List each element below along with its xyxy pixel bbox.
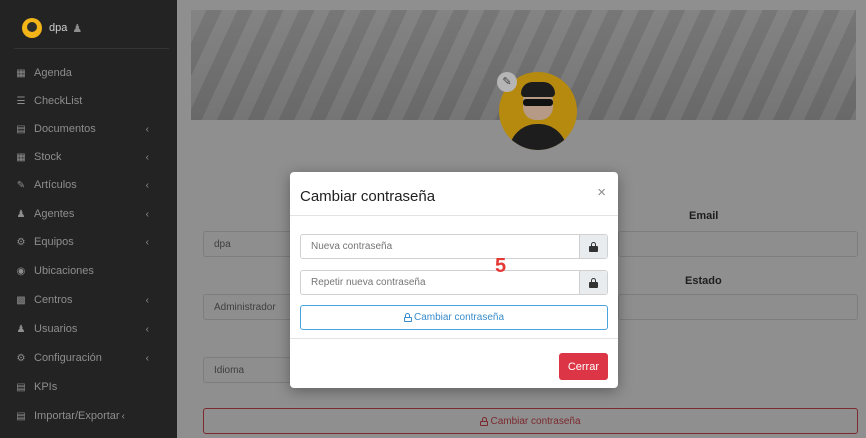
close-icon[interactable]: × xyxy=(597,184,606,201)
unlock-icon xyxy=(403,313,412,322)
sidebar-item-configuracion[interactable]: ⚙ Configuración ‹ xyxy=(14,347,163,369)
estado-select[interactable] xyxy=(618,294,858,320)
stock-icon: ▦ xyxy=(16,151,26,163)
username-field[interactable]: dpa xyxy=(203,231,293,257)
chevron-left-icon: ‹ xyxy=(145,294,149,306)
repeat-password-group xyxy=(300,270,608,295)
sidebar-item-agentes[interactable]: ♟ Agentes ‹ xyxy=(14,203,163,225)
chevron-left-icon: ‹ xyxy=(145,352,149,364)
calendar-icon: ▦ xyxy=(16,67,26,79)
equipment-icon: ⚙ xyxy=(16,236,26,248)
sidebar-item-articulos[interactable]: ✎ Artículos ‹ xyxy=(14,174,163,196)
pencil-icon: ✎ xyxy=(16,179,26,191)
sidebar-item-importar-exportar[interactable]: ▤ Importar/Exportar ‹ xyxy=(14,405,163,427)
change-password-button[interactable]: Cambiar contraseña xyxy=(203,408,858,434)
sidebar-item-label: Documentos xyxy=(34,123,96,135)
email-field[interactable] xyxy=(618,231,858,257)
sidebar-item-label: Artículos xyxy=(34,179,77,191)
sidebar-item-documentos[interactable]: ▤ Documentos ‹ xyxy=(14,118,163,140)
list-icon: ☰ xyxy=(16,95,26,107)
sidebar: dpa ♟ ▦ Agenda ☰ CheckList ▤ Documentos … xyxy=(0,0,177,438)
close-button[interactable]: Cerrar xyxy=(558,353,608,380)
sidebar-item-label: Usuarios xyxy=(34,323,78,335)
modal-footer: Cerrar xyxy=(290,338,618,388)
sidebar-item-label: Equipos xyxy=(34,236,74,248)
sidebar-item-agenda[interactable]: ▦ Agenda xyxy=(14,62,163,84)
sidebar-item-checklist[interactable]: ☰ CheckList xyxy=(14,90,163,112)
step-marker: 5 xyxy=(495,255,507,277)
chevron-left-icon: ‹ xyxy=(145,179,149,191)
sidebar-divider xyxy=(14,48,169,49)
building-icon: ▩ xyxy=(16,294,26,306)
cogs-icon: ⚙ xyxy=(16,352,26,364)
role-select[interactable]: Administrador xyxy=(203,294,293,320)
modal-header: Cambiar contraseña × xyxy=(290,172,618,216)
sidebar-item-usuarios[interactable]: ♟ Usuarios ‹ xyxy=(14,318,163,340)
sidebar-item-label: Importar/Exportar xyxy=(34,410,120,422)
sidebar-item-ubicaciones[interactable]: ◉ Ubicaciones xyxy=(14,260,163,282)
submit-label: Cambiar contraseña xyxy=(413,312,505,323)
location-icon: ◉ xyxy=(16,265,26,277)
sidebar-item-label: Ubicaciones xyxy=(34,265,94,277)
sidebar-user[interactable]: dpa ♟ xyxy=(22,17,82,39)
chart-icon: ▤ xyxy=(16,381,26,393)
chevron-left-icon: ‹ xyxy=(145,236,149,248)
sidebar-item-centros[interactable]: ▩ Centros ‹ xyxy=(14,289,163,311)
user-avatar xyxy=(22,18,42,38)
user-group-icon: ♟ xyxy=(16,323,26,335)
repeat-password-input[interactable] xyxy=(301,271,579,294)
sidebar-item-label: CheckList xyxy=(34,95,83,107)
email-label: Email xyxy=(689,210,719,222)
lock-icon xyxy=(480,416,489,426)
sidebar-item-stock[interactable]: ▦ Stock ‹ xyxy=(14,146,163,168)
edit-avatar-icon[interactable]: ✎ xyxy=(497,72,517,92)
sidebar-item-kpis[interactable]: ▤ KPIs xyxy=(14,376,163,398)
sidebar-item-label: Agenda xyxy=(34,67,72,79)
lock-icon xyxy=(579,271,607,294)
sidebar-item-label: Centros xyxy=(34,294,73,306)
new-password-input[interactable] xyxy=(301,235,579,258)
sidebar-item-label: Stock xyxy=(34,151,62,163)
sidebar-username: dpa xyxy=(49,22,68,34)
chevron-left-icon: ‹ xyxy=(121,410,125,422)
import-export-icon: ▤ xyxy=(16,410,26,422)
document-icon: ▤ xyxy=(16,123,26,135)
new-password-group xyxy=(300,234,608,259)
chevron-left-icon: ‹ xyxy=(145,323,149,335)
submit-change-password-button[interactable]: Cambiar contraseña xyxy=(300,305,608,330)
sidebar-item-label: KPIs xyxy=(34,381,58,393)
user-edit-icon[interactable]: ♟ xyxy=(72,22,82,35)
sidebar-item-equipos[interactable]: ⚙ Equipos ‹ xyxy=(14,231,163,253)
sidebar-item-label: Agentes xyxy=(34,208,75,220)
sidebar-item-label: Configuración xyxy=(34,352,102,364)
lock-icon xyxy=(579,235,607,258)
estado-label: Estado xyxy=(685,275,722,287)
chevron-left-icon: ‹ xyxy=(145,151,149,163)
language-select[interactable]: Idioma xyxy=(203,357,293,383)
users-icon: ♟ xyxy=(16,208,26,220)
change-password-label: Cambiar contraseña xyxy=(490,415,581,427)
chevron-left-icon: ‹ xyxy=(145,123,149,135)
chevron-left-icon: ‹ xyxy=(145,208,149,220)
modal-title: Cambiar contraseña xyxy=(300,188,436,205)
change-password-modal: Cambiar contraseña × 5 Cambiar contraseñ… xyxy=(290,172,618,388)
